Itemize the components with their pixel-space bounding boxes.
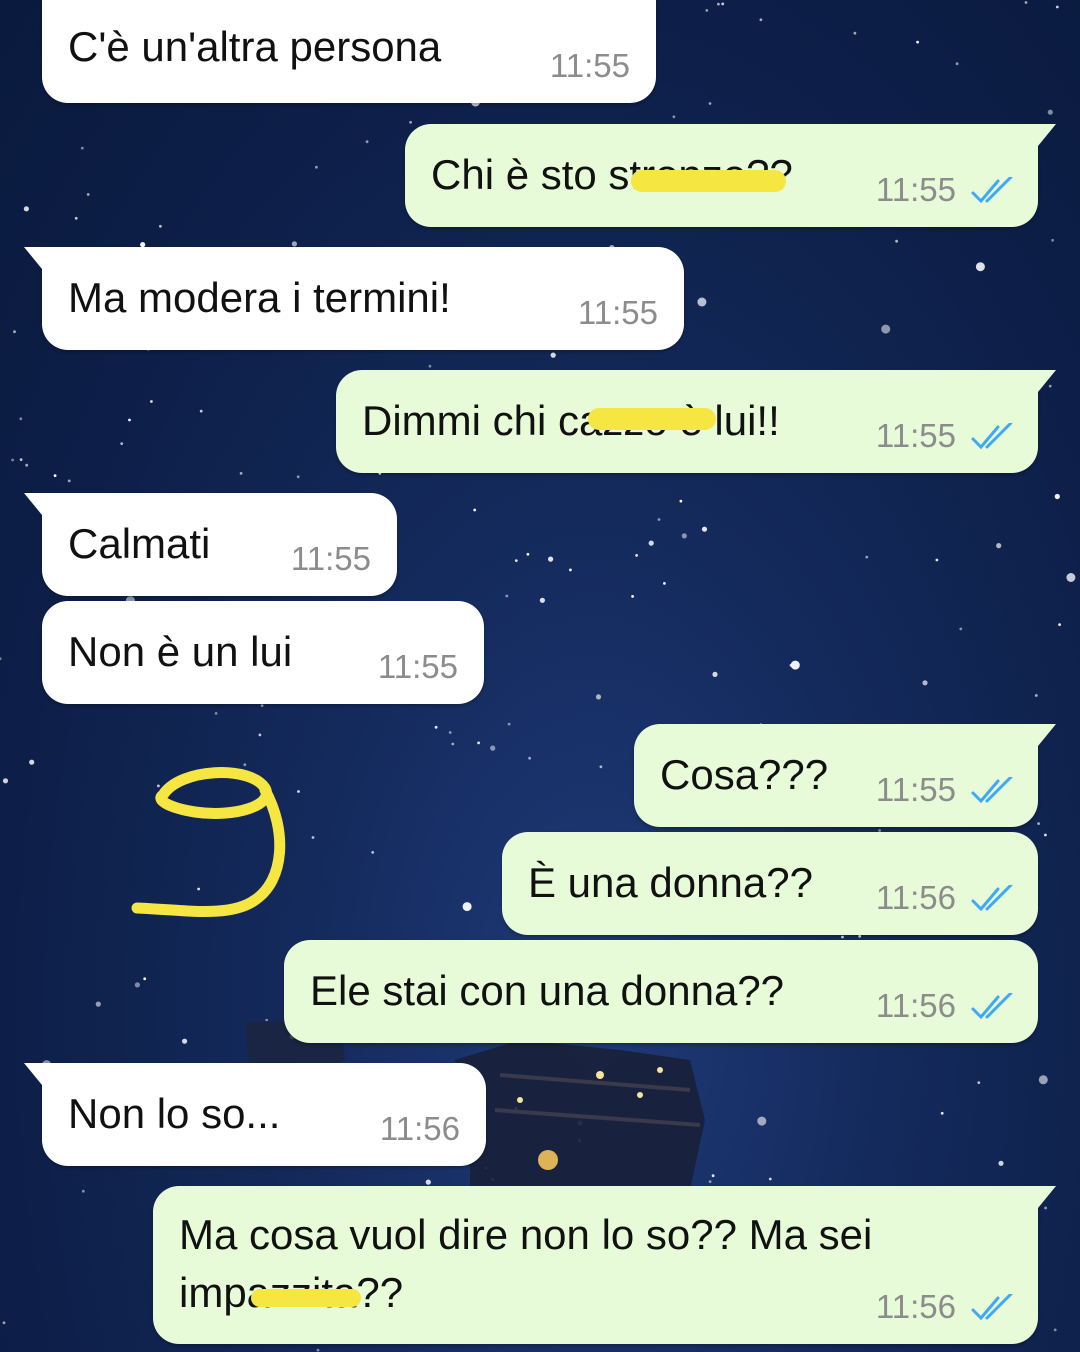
message-time: 11:55 [875, 171, 956, 208]
message-bubble-outgoing[interactable]: Cosa??? 11:55 [634, 724, 1056, 827]
message-bubble-outgoing[interactable]: È una donna?? 11:56 [502, 832, 1038, 935]
handwritten-number-9-icon [131, 767, 286, 917]
message-text: Ma modera i termini! [68, 274, 451, 321]
message-bubble-incoming[interactable]: Calmati 11:55 [24, 493, 397, 596]
double-check-icon [971, 993, 1013, 1020]
message-time: 11:56 [379, 1110, 460, 1147]
message-time: 11:55 [875, 771, 956, 808]
message-text: Non è un lui [68, 628, 293, 675]
message-bubble-outgoing[interactable]: Chi è sto stronzo?? 11:55 [405, 124, 1056, 227]
message-bubble-incoming[interactable]: C'è un'altra persona 11:55 [42, 0, 656, 103]
double-check-icon [971, 1294, 1013, 1321]
message-time: 11:55 [577, 294, 658, 331]
message-text: È una donna?? [528, 859, 813, 906]
message-bubble-incoming[interactable]: Non è un lui 11:55 [42, 601, 484, 704]
message-text: Dimmi chi cazzo è lui!! [362, 397, 780, 444]
highlighter-redaction [251, 1289, 361, 1307]
message-bubble-outgoing[interactable]: Ma cosa vuol dire non lo so?? Ma sei imp… [153, 1186, 1056, 1344]
highlighter-redaction [631, 170, 786, 192]
message-text: C'è un'altra persona [68, 23, 442, 70]
message-time: 11:56 [875, 879, 956, 916]
highlighter-redaction [588, 408, 716, 430]
message-time: 11:56 [875, 987, 956, 1024]
message-text: Ele stai con una donna?? [310, 967, 785, 1014]
message-time: 11:56 [875, 1288, 956, 1325]
double-check-icon [971, 423, 1013, 450]
message-time: 11:55 [549, 47, 630, 84]
double-check-icon [971, 885, 1013, 912]
message-bubble-outgoing[interactable]: Dimmi chi cazzo è lui!! 11:55 [336, 370, 1056, 473]
message-time: 11:55 [875, 417, 956, 454]
message-bubble-incoming[interactable]: Ma modera i termini! 11:55 [24, 247, 684, 350]
double-check-icon [971, 777, 1013, 804]
message-text: Cosa??? [660, 751, 829, 798]
message-time: 11:55 [290, 540, 371, 577]
message-bubble-incoming[interactable]: Non lo so... 11:56 [24, 1063, 486, 1166]
message-time: 11:55 [377, 648, 458, 685]
double-check-icon [971, 177, 1013, 204]
message-text: Calmati [68, 520, 211, 567]
message-text: Non lo so... [68, 1090, 281, 1137]
message-bubble-outgoing[interactable]: Ele stai con una donna?? 11:56 [284, 940, 1038, 1043]
